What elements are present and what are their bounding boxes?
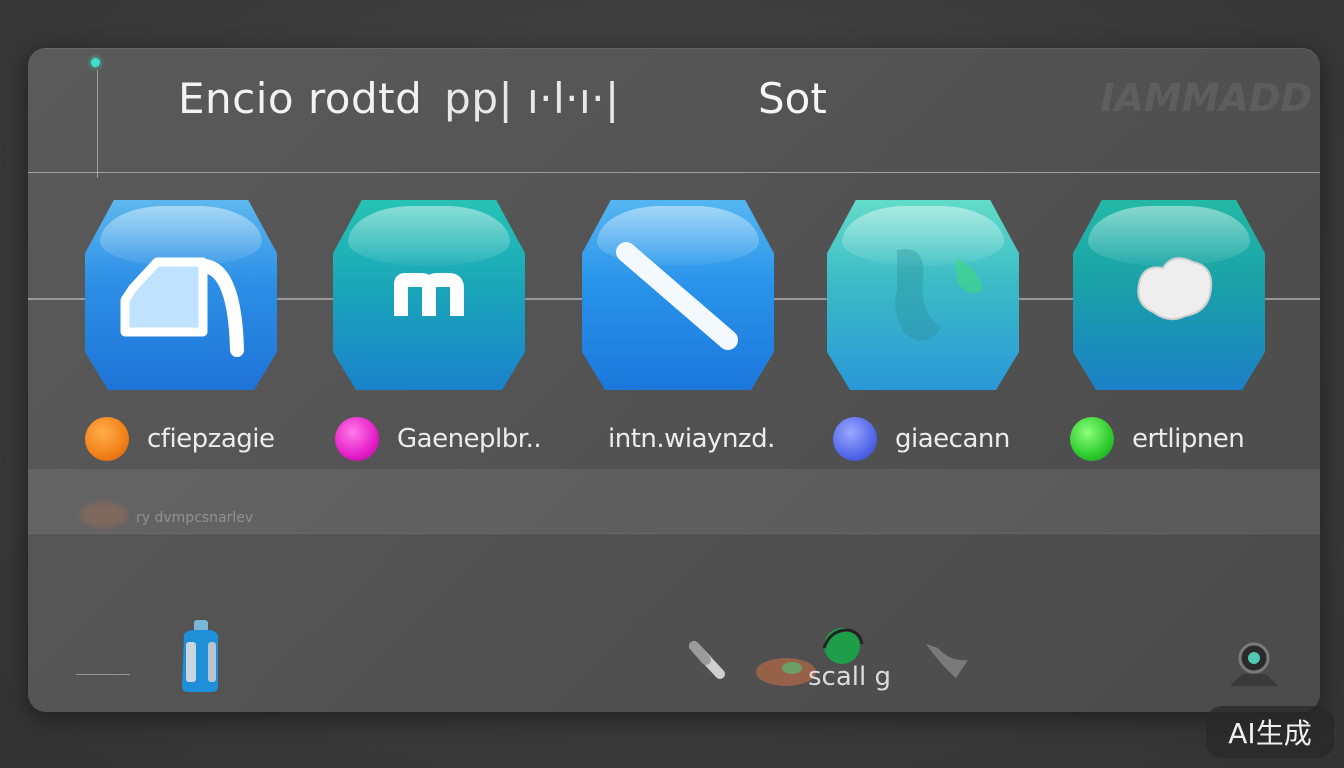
box-arrow-icon: [120, 257, 244, 357]
pen-icon[interactable]: [686, 638, 730, 684]
status-dot-icon: [91, 58, 100, 67]
app-tile-2[interactable]: [333, 200, 525, 390]
m-letter-icon: [394, 273, 464, 316]
diagonal-slash-icon: [616, 242, 738, 350]
check-shape-icon[interactable]: [920, 638, 974, 684]
band-text: ry dvmpcsnarlev: [136, 510, 254, 526]
app-label-1[interactable]: cfiepzagie: [85, 414, 275, 464]
green-dot-icon: [1070, 417, 1114, 461]
app-label-4[interactable]: giaecann: [833, 414, 1010, 464]
app-label-text: giaecann: [895, 424, 1010, 454]
app-label-2[interactable]: Gaeneplbr..: [335, 414, 542, 464]
bottle-icon[interactable]: [172, 616, 232, 696]
band-blob-icon: [80, 502, 128, 528]
app-tile-4[interactable]: [827, 200, 1019, 390]
app-label-5[interactable]: ertlipnen: [1070, 414, 1245, 464]
app-label-row: cfiepzagie Gaeneplbr.. intn.wiaynzd. gia…: [28, 414, 1320, 464]
header-watermark: IAMMADD: [1100, 76, 1312, 120]
app-label-3[interactable]: intn.wiaynzd.: [608, 414, 775, 464]
page-title: Encio rodtd pp| ı·l·ı·|: [178, 74, 620, 123]
app-tile-5[interactable]: [1073, 200, 1265, 390]
bottom-divider: [76, 674, 130, 675]
blue-dot-icon: [833, 417, 877, 461]
header-divider: [97, 70, 98, 178]
app-label-text: intn.wiaynzd.: [608, 424, 775, 454]
app-label-text: cfiepzagie: [147, 424, 275, 454]
magenta-dot-icon: [335, 417, 379, 461]
app-label-text: Gaeneplbr..: [397, 424, 542, 454]
app-label-text: ertlipnen: [1132, 424, 1245, 454]
camera-icon[interactable]: [1224, 638, 1284, 690]
title-text: Encio rodtd: [178, 74, 423, 123]
orange-dot-icon: [85, 417, 129, 461]
cloud-blob-icon: [1137, 257, 1213, 321]
ai-generated-badge: AI生成: [1206, 706, 1334, 758]
panel-header: Encio rodtd pp| ı·l·ı·| Sot IAMMADD: [28, 48, 1320, 178]
scall-label: scall g: [808, 662, 891, 692]
globe-map-icon: [895, 249, 983, 341]
app-panel: Encio rodtd pp| ı·l·ı·| Sot IAMMADD cfie…: [28, 48, 1320, 712]
app-tile-1[interactable]: [85, 200, 277, 390]
title-mid-text: pp| ı·l·ı·|: [444, 74, 620, 123]
app-tile-3[interactable]: [582, 200, 774, 390]
title-right-text: Sot: [758, 74, 827, 123]
